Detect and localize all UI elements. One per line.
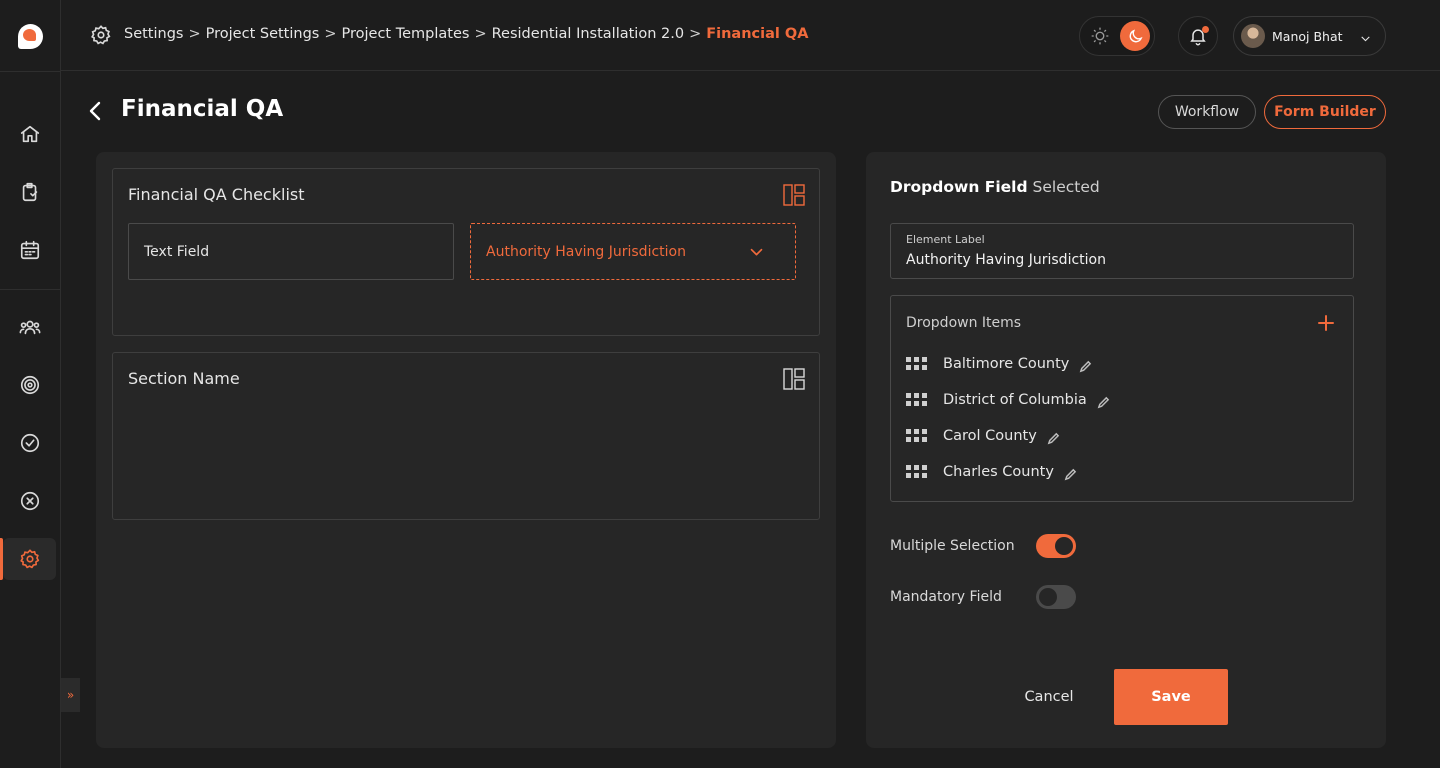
toggle-knob [1055, 537, 1073, 555]
tab-workflow[interactable]: Workflow [1158, 95, 1256, 129]
sidebar-item-rejected[interactable] [3, 480, 56, 522]
home-icon [20, 125, 39, 143]
text-field-element[interactable]: Text Field [128, 223, 454, 280]
section-title[interactable]: Section Name [128, 369, 240, 388]
selected-state: Selected [1032, 178, 1100, 196]
sidebar-divider [0, 289, 61, 290]
element-label-field[interactable]: Element Label Authority Having Jurisdict… [890, 223, 1354, 279]
plus-icon [1318, 315, 1334, 331]
sidebar-item-team[interactable] [3, 306, 56, 348]
breadcrumb-item[interactable]: Project Templates [342, 26, 470, 42]
calendar-icon [20, 240, 39, 260]
field-label: Authority Having Jurisdiction [486, 243, 686, 260]
breadcrumb-separator: > [689, 26, 702, 42]
breadcrumb-current: Financial QA [706, 26, 809, 42]
breadcrumb-separator: > [474, 26, 487, 42]
properties-panel: Dropdown Field Selected Element Label Au… [866, 152, 1386, 748]
gear-icon [19, 549, 39, 569]
sun-icon[interactable] [1088, 24, 1112, 48]
sidebar [0, 0, 61, 768]
settings-gear-icon [90, 24, 112, 46]
page-title: Financial QA [121, 96, 284, 122]
breadcrumb-item[interactable]: Project Settings [206, 26, 320, 42]
pencil-icon[interactable] [1079, 358, 1092, 372]
form-canvas: Financial QA Checklist Text Field Author… [96, 152, 836, 748]
breadcrumb-item[interactable]: Settings [124, 26, 183, 42]
clipboard-icon [22, 182, 37, 202]
multiple-selection-label: Multiple Selection [890, 538, 1015, 554]
sidebar-item-settings[interactable] [0, 538, 56, 580]
mandatory-field-toggle[interactable] [1036, 585, 1076, 609]
user-name: Manoj Bhat [1272, 28, 1343, 44]
pencil-icon[interactable] [1097, 394, 1110, 408]
list-item: Charles County [906, 462, 1077, 482]
drag-handle-icon[interactable] [906, 357, 927, 371]
chevron-down-icon [748, 244, 765, 265]
breadcrumb-separator: > [324, 26, 337, 42]
drag-handle-icon[interactable] [906, 393, 927, 407]
expand-sidebar-button[interactable]: » [61, 678, 80, 712]
sidebar-item-approved[interactable] [3, 422, 56, 464]
notification-dot [1202, 26, 1209, 33]
pencil-icon[interactable] [1064, 466, 1077, 480]
pencil-icon[interactable] [1047, 430, 1060, 444]
avatar [1241, 24, 1265, 48]
breadcrumb-separator: > [188, 26, 201, 42]
x-circle-icon [20, 491, 39, 511]
breadcrumb-item[interactable]: Residential Installation 2.0 [492, 26, 684, 42]
dropdown-items-box: Dropdown Items Baltimore County District… [890, 295, 1354, 502]
list-item: Carol County [906, 426, 1060, 446]
topbar: Settings > Project Settings > Project Te… [61, 0, 1440, 71]
dropdown-item-label: Baltimore County [943, 356, 1070, 372]
tab-form-builder[interactable]: Form Builder [1264, 95, 1386, 129]
element-label-caption: Element Label [906, 233, 985, 246]
drag-handle-icon[interactable] [906, 465, 927, 479]
dropdown-field-element[interactable]: Authority Having Jurisdiction [470, 223, 796, 280]
moon-icon[interactable] [1120, 21, 1150, 51]
list-item: Baltimore County [906, 354, 1092, 374]
dropdown-item-label: Charles County [943, 464, 1054, 480]
form-section[interactable]: Financial QA Checklist Text Field Author… [112, 168, 820, 336]
notifications-button[interactable] [1178, 16, 1218, 56]
properties-heading: Dropdown Field Selected [890, 178, 1100, 196]
section-title[interactable]: Financial QA Checklist [128, 185, 305, 204]
multiple-selection-toggle[interactable] [1036, 534, 1076, 558]
sidebar-item-target[interactable] [3, 364, 56, 406]
element-label-input[interactable]: Authority Having Jurisdiction [906, 252, 1106, 268]
theme-toggle[interactable] [1079, 16, 1155, 56]
layout-icon[interactable] [783, 368, 805, 390]
mandatory-field-label: Mandatory Field [890, 589, 1002, 605]
add-item-button[interactable] [1317, 314, 1335, 332]
drag-handle-icon[interactable] [906, 429, 927, 443]
toggle-knob [1039, 588, 1057, 606]
chevron-down-icon [1359, 30, 1372, 49]
app-logo[interactable] [18, 24, 43, 49]
sidebar-item-calendar[interactable] [3, 229, 56, 271]
chevron-left-icon [89, 101, 101, 121]
sidebar-item-clipboard[interactable] [3, 171, 56, 213]
sidebar-divider [0, 71, 61, 72]
field-label: Text Field [144, 243, 210, 260]
back-button[interactable] [85, 99, 105, 123]
double-chevron-right-icon: » [66, 688, 75, 702]
dropdown-items-caption: Dropdown Items [906, 315, 1022, 331]
team-icon [19, 320, 40, 335]
save-button[interactable]: Save [1114, 669, 1228, 725]
sidebar-item-home[interactable] [3, 113, 56, 155]
cancel-button[interactable]: Cancel [1009, 669, 1089, 725]
dropdown-item-label: District of Columbia [943, 392, 1087, 408]
breadcrumb: Settings > Project Settings > Project Te… [124, 26, 808, 42]
layout-icon[interactable] [783, 184, 805, 206]
user-menu[interactable]: Manoj Bhat [1233, 16, 1386, 56]
list-item: District of Columbia [906, 390, 1110, 410]
selected-field-type: Dropdown Field [890, 178, 1028, 196]
check-circle-icon [20, 433, 39, 453]
target-icon [20, 375, 39, 395]
dropdown-item-label: Carol County [943, 428, 1037, 444]
form-section[interactable]: Section Name [112, 352, 820, 520]
